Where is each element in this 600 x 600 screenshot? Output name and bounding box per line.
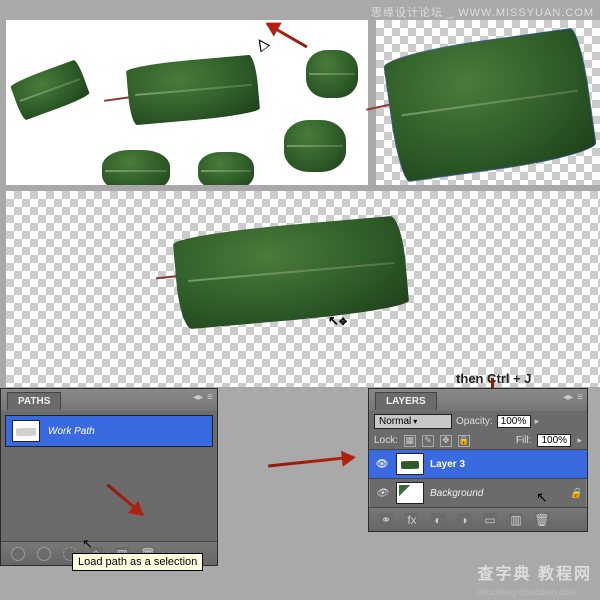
empty-area[interactable] xyxy=(5,447,213,537)
panel-header[interactable]: PATHS ◂▸ ≡ xyxy=(1,389,217,411)
adjustment-icon[interactable]: ◑ xyxy=(457,513,471,527)
layers-footer: ⚭ fx ◐ ◑ ▭ ▥ 🗑 xyxy=(369,507,587,531)
work-path-item[interactable]: Work Path xyxy=(5,415,213,447)
leaf-icon xyxy=(306,50,358,98)
layer-name: Background xyxy=(430,488,483,499)
new-layer-icon[interactable]: ▥ xyxy=(509,513,523,527)
stem-icon xyxy=(104,96,130,102)
leaf-icon xyxy=(284,120,346,172)
lock-icon: 🔒 xyxy=(570,488,582,499)
leaves-source-image xyxy=(6,20,368,185)
fill-path-icon[interactable] xyxy=(11,547,25,561)
opacity-slider-icon[interactable]: ▸ xyxy=(535,416,540,427)
lock-all-icon[interactable]: 🔒 xyxy=(458,435,470,447)
leaf-icon xyxy=(9,59,90,121)
layer-name: Layer 3 xyxy=(430,459,465,470)
lock-transparent-icon[interactable]: ▦ xyxy=(404,435,416,447)
leaf-path-image xyxy=(376,20,600,185)
tab-paths[interactable]: PATHS xyxy=(7,392,61,410)
visibility-icon[interactable]: 👁 xyxy=(374,459,390,470)
stroke-path-icon[interactable] xyxy=(37,547,51,561)
opacity-label: Opacity: xyxy=(456,416,493,427)
panel-header[interactable]: LAYERS ◂▸ ≡ xyxy=(369,389,587,411)
layer-thumbnail-icon xyxy=(396,453,424,475)
fx-icon[interactable]: fx xyxy=(405,513,419,527)
layer-3-item[interactable]: 👁 Layer 3 xyxy=(369,449,587,478)
leaf-icon xyxy=(198,152,254,185)
fill-slider-icon[interactable]: ▸ xyxy=(577,435,582,446)
watermark-top: 思缘设计论坛 _ WWW.MISSYUAN.COM xyxy=(371,4,594,20)
collapse-icon[interactable]: ◂▸ xyxy=(563,392,573,403)
leaf-icon xyxy=(126,54,261,125)
leaf-with-path-icon xyxy=(382,27,598,184)
leaf-icon xyxy=(102,150,170,185)
layer-thumbnail-icon xyxy=(396,482,424,504)
blend-mode-select[interactable]: Normal xyxy=(374,414,452,429)
blend-opacity-row: Normal Opacity: 100% ▸ xyxy=(369,411,587,432)
fill-label: Fill: xyxy=(516,435,532,446)
path-thumbnail-icon xyxy=(12,420,40,442)
delete-layer-icon[interactable]: 🗑 xyxy=(535,513,549,527)
layers-panel: LAYERS ◂▸ ≡ Normal Opacity: 100% ▸ Lock:… xyxy=(368,388,588,532)
group-icon[interactable]: ▭ xyxy=(483,513,497,527)
isolated-leaf-canvas xyxy=(6,191,600,387)
opacity-input[interactable]: 100% xyxy=(497,415,531,428)
link-layers-icon[interactable]: ⚭ xyxy=(379,513,393,527)
collapse-icon[interactable]: ◂▸ xyxy=(193,392,203,403)
hand-cursor-icon: ↖ xyxy=(536,489,548,506)
hand-cursor-icon: ↖ xyxy=(82,536,93,552)
tab-layers[interactable]: LAYERS xyxy=(375,392,437,410)
leaf-icon xyxy=(172,215,409,330)
move-cursor-icon: ↖✥ xyxy=(328,313,347,329)
paths-list: Work Path xyxy=(1,411,217,541)
menu-icon[interactable]: ≡ xyxy=(577,392,583,403)
visibility-icon[interactable]: 👁 xyxy=(374,488,390,499)
paths-panel: PATHS ◂▸ ≡ Work Path ◇ ▥ 🗑 xyxy=(0,388,218,566)
fill-input[interactable]: 100% xyxy=(537,434,571,447)
lock-position-icon[interactable]: ✥ xyxy=(440,435,452,447)
lock-label: Lock: xyxy=(374,435,398,446)
tooltip: Load path as a selection xyxy=(72,553,203,571)
arrow-icon xyxy=(268,456,354,468)
lock-fill-row: Lock: ▦ ✎ ✥ 🔒 Fill: 100% ▸ xyxy=(369,432,587,449)
watermark-bottom: 查字典 教程网 jiaocheng.chazidian.com xyxy=(478,560,592,598)
mask-icon[interactable]: ◐ xyxy=(431,513,445,527)
background-layer-item[interactable]: 👁 Background 🔒 xyxy=(369,478,587,507)
path-name: Work Path xyxy=(48,426,95,437)
lock-image-icon[interactable]: ✎ xyxy=(422,435,434,447)
menu-icon[interactable]: ≡ xyxy=(207,392,213,403)
